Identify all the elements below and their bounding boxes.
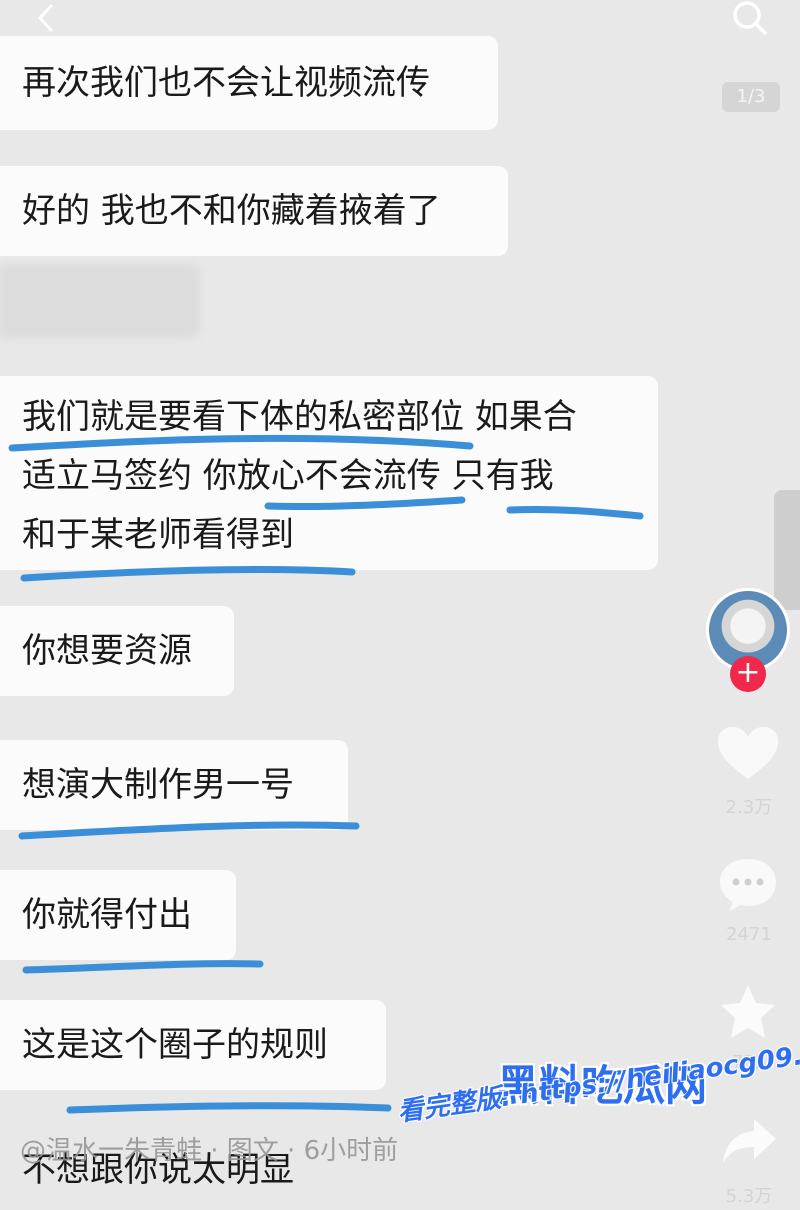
like-count: 2.3万 [725, 797, 773, 818]
redacted-bubble [0, 264, 200, 338]
chat-bubble: 我们就是要看下体的私密部位 如果合 适立马签约 你放心不会流传 只有我 和于某老… [0, 376, 658, 570]
chat-text: 我们就是要看下体的私密部位 如果合 适立马签约 你放心不会流传 只有我 和于某老… [22, 397, 577, 555]
side-drawer-handle[interactable] [774, 490, 800, 610]
comment-icon [720, 859, 776, 911]
chat-bubble: 好的 我也不和你藏着掖着了 [0, 166, 508, 256]
chat-text: 你就得付出 [22, 895, 192, 935]
chat-text: 你想要资源 [22, 631, 192, 671]
like-button[interactable] [712, 722, 784, 786]
share-count: 5.3万 [725, 1186, 773, 1207]
comment-count: 2471 [726, 924, 772, 945]
chat-text: 再次我们也不会让视频流传 [22, 63, 430, 103]
follow-button[interactable]: + [730, 656, 766, 692]
search-icon [733, 1, 768, 36]
underline-stroke [22, 960, 264, 974]
share-icon [723, 1119, 776, 1163]
chat-bubble: 想演大制作男一号 [0, 740, 348, 830]
chat-bubble: 你想要资源 [0, 606, 234, 696]
underline-stroke [20, 566, 356, 582]
chat-bubble: 再次我们也不会让视频流传 [0, 36, 498, 130]
favorite-button[interactable] [714, 980, 782, 1044]
back-button[interactable] [22, 0, 72, 36]
heart-icon [718, 727, 778, 779]
underline-stroke [66, 1102, 392, 1114]
chat-bubble: 你就得付出 [0, 870, 236, 960]
search-button[interactable] [722, 0, 778, 40]
chat-text: 这是这个圈子的规则 [22, 1025, 328, 1065]
post-caption: @温水一朱青蛙 · 图文 · 6小时前 [20, 1136, 399, 1166]
share-button[interactable] [716, 1112, 782, 1170]
chat-bubble: 这是这个圈子的规则 [0, 1000, 386, 1090]
chat-text: 好的 我也不和你藏着掖着了 [22, 191, 441, 231]
chevron-left-icon [37, 3, 54, 33]
comment-button[interactable] [714, 852, 782, 916]
page-indicator: 1/3 [722, 82, 780, 112]
star-icon [721, 985, 775, 1038]
chat-text: 想演大制作男一号 [22, 765, 294, 805]
